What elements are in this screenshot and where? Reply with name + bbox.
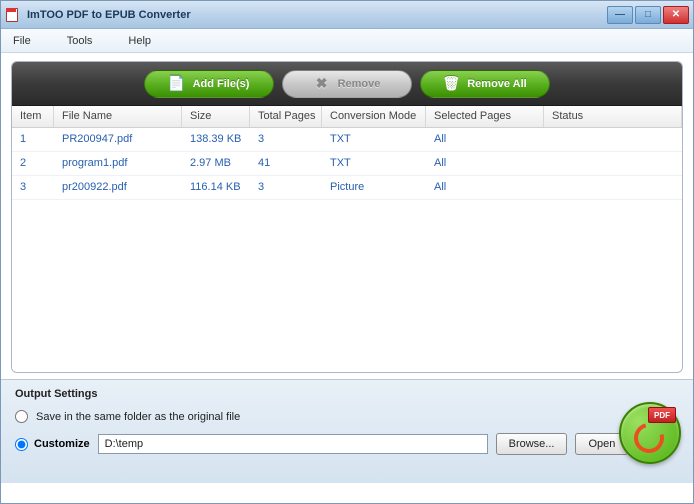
table-row[interactable]: 1 PR200947.pdf 138.39 KB 3 TXT All (12, 128, 682, 152)
cell-filename: program1.pdf (54, 152, 182, 175)
cell-item: 1 (12, 128, 54, 151)
window-title: ImTOO PDF to EPUB Converter (27, 9, 607, 21)
convert-icon: PDF (630, 413, 670, 453)
customize-radio[interactable] (15, 438, 28, 451)
same-folder-label: Save in the same folder as the original … (36, 411, 240, 423)
app-icon (5, 7, 21, 23)
customize-label: Customize (34, 438, 90, 450)
header-status[interactable]: Status (544, 106, 682, 127)
cell-size: 2.97 MB (182, 152, 250, 175)
menu-tools[interactable]: Tools (67, 35, 93, 47)
output-path-input[interactable] (98, 434, 488, 454)
close-button[interactable]: ✕ (663, 6, 689, 24)
customize-radio-label[interactable]: Customize (15, 438, 90, 451)
same-folder-radio[interactable] (15, 410, 28, 423)
add-files-label: Add File(s) (193, 78, 250, 90)
menubar: File Tools Help (1, 29, 693, 53)
cell-filename: pr200922.pdf (54, 176, 182, 199)
output-title: Output Settings (15, 388, 679, 400)
header-filename[interactable]: File Name (54, 106, 182, 127)
cell-mode: TXT (322, 152, 426, 175)
cell-status (544, 128, 682, 151)
table-header: Item File Name Size Total Pages Conversi… (12, 106, 682, 128)
cell-size: 138.39 KB (182, 128, 250, 151)
cell-item: 3 (12, 176, 54, 199)
cell-selectedpages: All (426, 152, 544, 175)
cell-item: 2 (12, 152, 54, 175)
add-files-button[interactable]: 📄 Add File(s) (144, 70, 274, 98)
output-settings: Output Settings Save in the same folder … (1, 379, 693, 483)
header-totalpages[interactable]: Total Pages (250, 106, 322, 127)
customize-option: Customize Browse... Open (15, 433, 679, 455)
cell-status (544, 176, 682, 199)
header-size[interactable]: Size (182, 106, 250, 127)
header-selectedpages[interactable]: Selected Pages (426, 106, 544, 127)
header-mode[interactable]: Conversion Mode (322, 106, 426, 127)
minimize-button[interactable]: — (607, 6, 633, 24)
cell-totalpages: 41 (250, 152, 322, 175)
browse-button[interactable]: Browse... (496, 433, 568, 455)
remove-all-label: Remove All (467, 78, 527, 90)
same-folder-option[interactable]: Save in the same folder as the original … (15, 410, 679, 423)
cell-status (544, 152, 682, 175)
convert-button[interactable]: PDF (619, 402, 681, 464)
maximize-button[interactable]: □ (635, 6, 661, 24)
cell-filename: PR200947.pdf (54, 128, 182, 151)
menu-file[interactable]: File (13, 35, 31, 47)
add-file-icon: 📄 (169, 76, 185, 92)
cell-totalpages: 3 (250, 176, 322, 199)
remove-all-button[interactable]: 🗑 Remove All (420, 70, 550, 98)
remove-label: Remove (338, 78, 381, 90)
main-panel: 📄 Add File(s) ✖ Remove 🗑 Remove All Item… (11, 61, 683, 373)
cell-totalpages: 3 (250, 128, 322, 151)
remove-icon: ✖ (314, 76, 330, 92)
remove-button[interactable]: ✖ Remove (282, 70, 412, 98)
cell-selectedpages: All (426, 176, 544, 199)
file-table: Item File Name Size Total Pages Conversi… (12, 106, 682, 372)
window-controls: — □ ✕ (607, 6, 689, 24)
table-row[interactable]: 3 pr200922.pdf 116.14 KB 3 Picture All (12, 176, 682, 200)
titlebar: ImTOO PDF to EPUB Converter — □ ✕ (1, 1, 693, 29)
refresh-arrow-icon (629, 418, 670, 459)
cell-mode: TXT (322, 128, 426, 151)
table-row[interactable]: 2 program1.pdf 2.97 MB 41 TXT All (12, 152, 682, 176)
pdf-badge: PDF (648, 407, 676, 423)
trash-icon: 🗑 (443, 76, 459, 92)
menu-help[interactable]: Help (128, 35, 151, 47)
cell-selectedpages: All (426, 128, 544, 151)
header-item[interactable]: Item (12, 106, 54, 127)
toolbar: 📄 Add File(s) ✖ Remove 🗑 Remove All (12, 62, 682, 106)
cell-size: 116.14 KB (182, 176, 250, 199)
cell-mode: Picture (322, 176, 426, 199)
